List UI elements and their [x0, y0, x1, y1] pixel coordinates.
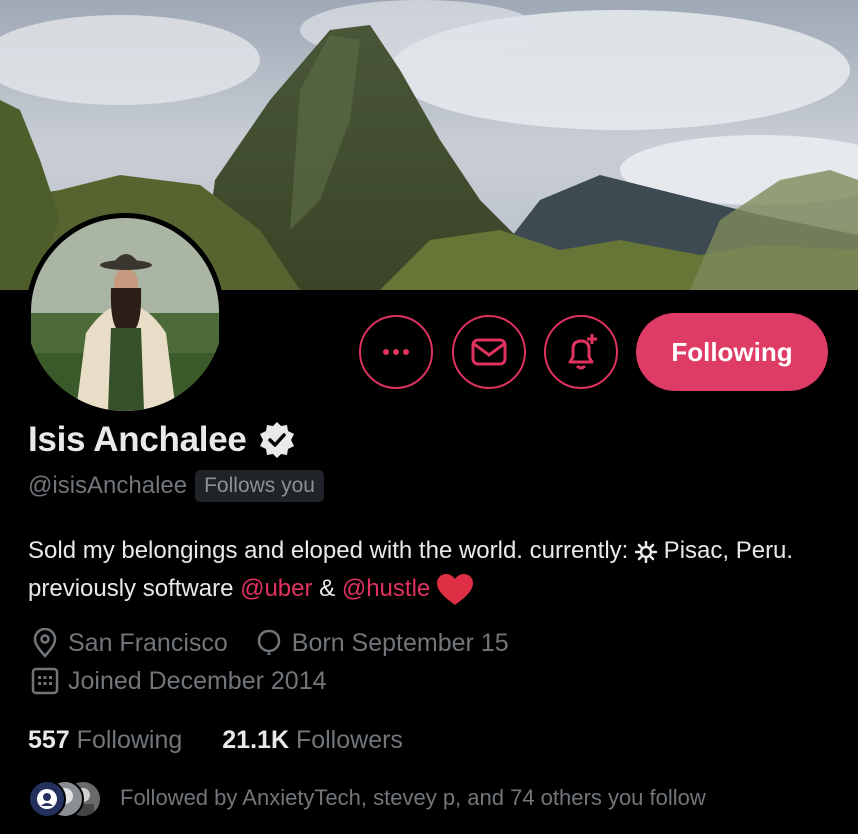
profile-meta-row-2: Joined December 2014: [30, 666, 353, 696]
joined-item: Joined December 2014: [30, 666, 327, 696]
profile-avatar[interactable]: [26, 213, 224, 411]
followers-label: Followers: [295, 726, 403, 754]
following-label: Following: [76, 726, 183, 754]
notifications-button[interactable]: [544, 315, 618, 389]
following-count: 557: [28, 726, 70, 754]
sun-icon: [635, 540, 658, 563]
following-button[interactable]: Following: [636, 313, 828, 391]
bio-ampersand: &: [312, 575, 342, 602]
location-item: San Francisco: [30, 628, 228, 658]
followers-count: 21.1K: [222, 726, 289, 754]
bio-text-1: Sold my belongings and eloped with the w…: [28, 537, 636, 564]
username-handle: @isisAnchalee: [28, 472, 188, 499]
display-name: Isis Anchalee: [28, 420, 247, 459]
birthday-text: Born September 15: [291, 628, 509, 657]
mention-uber-link[interactable]: @uber: [240, 575, 312, 602]
mutual-followers-avatars[interactable]: [28, 780, 102, 818]
mail-icon: [471, 338, 507, 366]
location-pin-icon: [33, 628, 57, 658]
more-dots-icon: [383, 349, 409, 355]
message-button[interactable]: [452, 315, 526, 389]
profile-bio: Sold my belongings and eloped with the w…: [28, 532, 828, 608]
more-button[interactable]: [359, 315, 433, 389]
profile-meta-row-1: San Francisco Born September 15: [30, 628, 535, 658]
name-row: Isis Anchalee: [28, 420, 297, 460]
followed-by-text[interactable]: Followed by AnxietyTech, stevey p, and 7…: [120, 785, 706, 811]
followers-stat-link[interactable]: 21.1K Followers: [222, 726, 403, 755]
avatar-photo: [26, 213, 224, 411]
balloon-icon: [257, 629, 281, 655]
birthday-item: Born September 15: [254, 628, 509, 658]
verified-badge-icon[interactable]: [257, 420, 297, 460]
mini-avatar-1: [28, 780, 66, 818]
joined-text: Joined December 2014: [68, 666, 327, 695]
bell-plus-icon: [568, 334, 597, 370]
mention-hustle-link[interactable]: @hustle: [342, 575, 430, 602]
followed-by-row: Followed by AnxietyTech, stevey p, and 7…: [28, 780, 706, 818]
follows-you-badge: Follows you: [195, 470, 324, 502]
handle-row: @isisAnchalee Follows you: [28, 470, 324, 502]
red-heart-icon: [436, 573, 473, 605]
location-text: San Francisco: [68, 628, 228, 657]
following-stat-link[interactable]: 557 Following: [28, 726, 182, 755]
calendar-icon: [31, 667, 59, 695]
follow-stats: 557 Following 21.1K Followers: [28, 726, 403, 755]
